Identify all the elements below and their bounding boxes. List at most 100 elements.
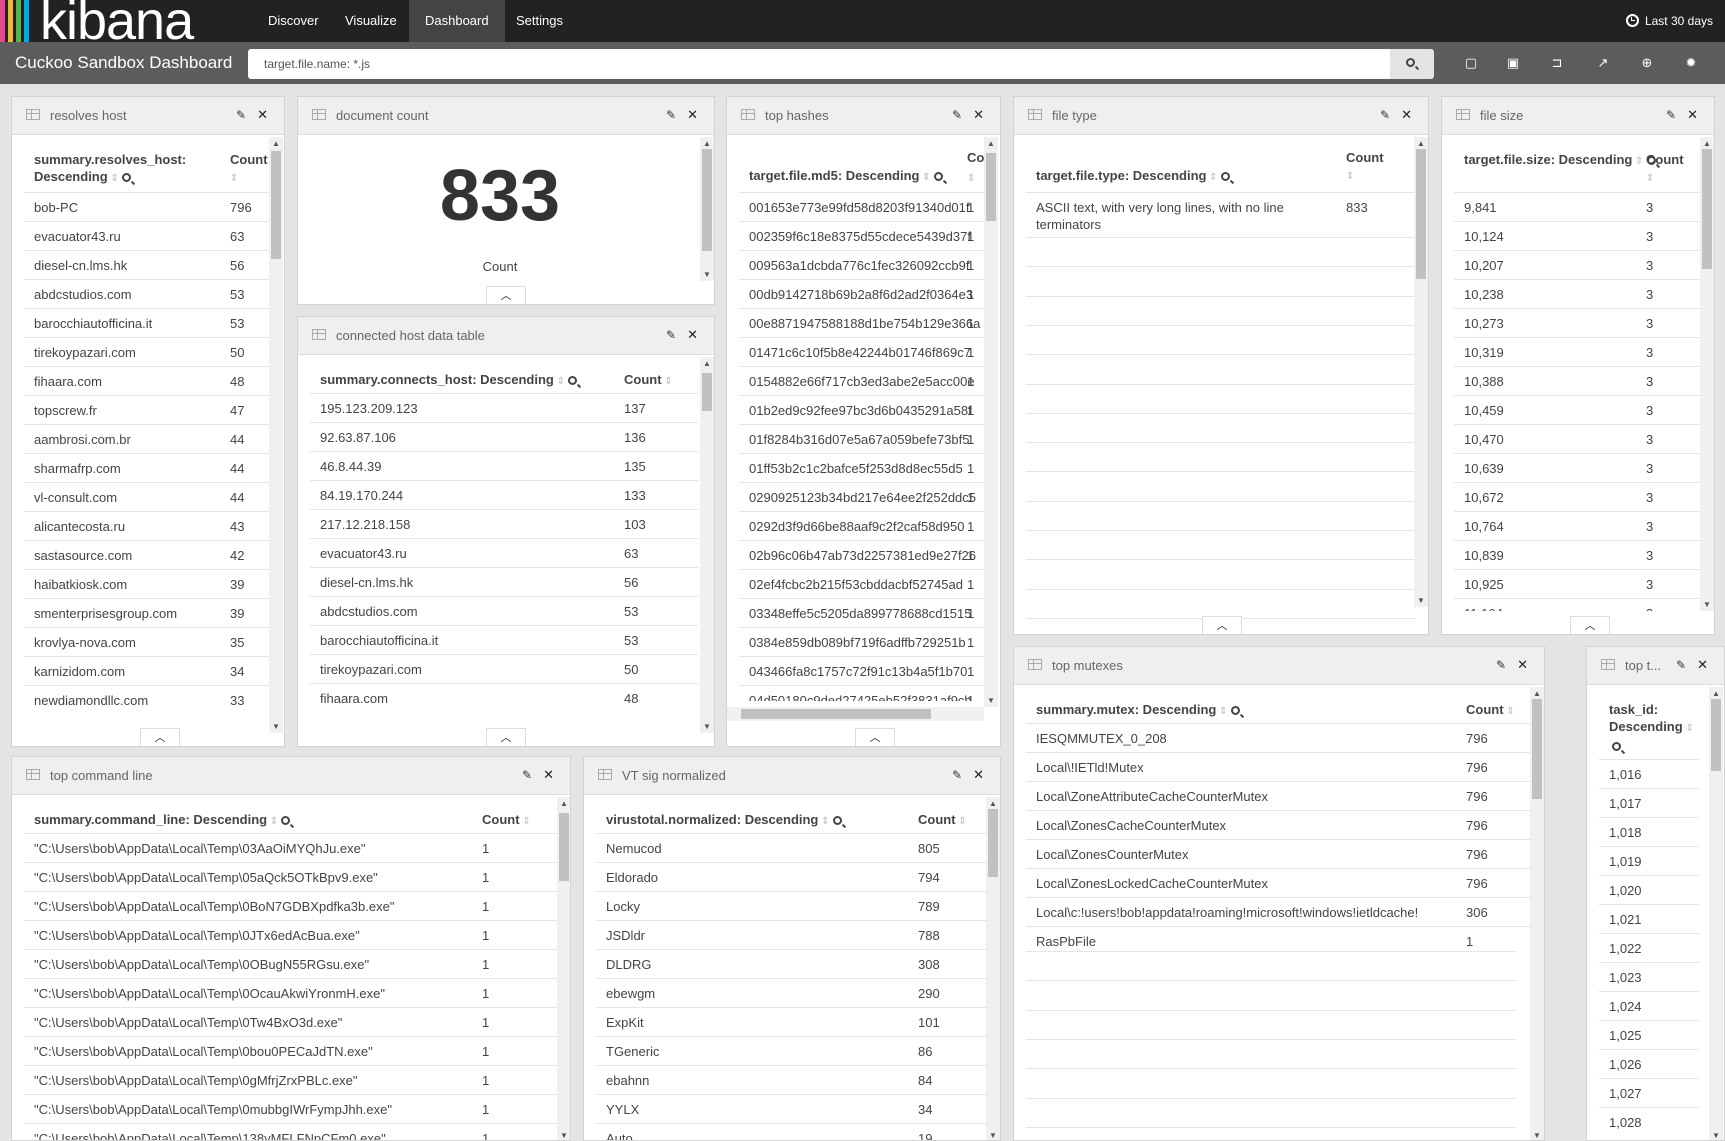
tab-discover[interactable]: Discover bbox=[252, 0, 335, 42]
column-header-count[interactable]: Count ⇕ bbox=[1646, 151, 1684, 187]
scroll-up-icon[interactable]: ▲ bbox=[1712, 689, 1720, 698]
column-header-term[interactable]: target.file.size: Descending ⇕ bbox=[1464, 151, 1664, 170]
vertical-scrollbar[interactable]: ▲ ▼ bbox=[984, 137, 998, 707]
tab-dashboard[interactable]: Dashboard bbox=[409, 0, 505, 42]
scroll-up-icon[interactable]: ▲ bbox=[987, 139, 995, 148]
sort-icon[interactable]: ⇕ bbox=[919, 172, 930, 183]
close-icon[interactable]: ✕ bbox=[687, 327, 698, 343]
edit-icon[interactable]: ✎ bbox=[522, 768, 532, 782]
column-header-term[interactable]: target.file.type: Descending ⇕ bbox=[1036, 167, 1336, 186]
close-icon[interactable]: ✕ bbox=[1687, 107, 1698, 123]
collapse-button[interactable]: ︿ bbox=[140, 728, 180, 746]
scroll-up-icon[interactable]: ▲ bbox=[1703, 139, 1711, 148]
sort-icon[interactable]: ⇕ bbox=[818, 816, 829, 827]
vertical-scrollbar[interactable]: ▲ ▼ bbox=[1709, 687, 1723, 1140]
search-input[interactable]: target.file.name: *.js bbox=[248, 49, 1390, 79]
time-picker[interactable]: Last 30 days bbox=[1625, 0, 1713, 42]
column-header-term[interactable]: summary.resolves_host: Descending ⇕ bbox=[34, 151, 194, 187]
search-icon[interactable] bbox=[832, 816, 842, 825]
column-header-count[interactable]: Count ⇕ bbox=[230, 151, 268, 187]
column-header-count[interactable]: Count ⇕ bbox=[1346, 149, 1384, 185]
edit-icon[interactable]: ✎ bbox=[1676, 658, 1686, 672]
edit-icon[interactable]: ✎ bbox=[236, 108, 246, 122]
scroll-up-icon[interactable]: ▲ bbox=[272, 139, 280, 148]
sort-icon[interactable]: ⇕ bbox=[520, 816, 530, 827]
edit-icon[interactable]: ✎ bbox=[952, 108, 962, 122]
sort-icon[interactable]: ⇕ bbox=[956, 816, 966, 827]
scrollbar-thumb[interactable] bbox=[559, 813, 569, 881]
sort-icon[interactable]: ⇕ bbox=[554, 376, 565, 387]
vertical-scrollbar[interactable]: ▲ ▼ bbox=[986, 797, 1000, 1140]
vertical-scrollbar[interactable]: ▲ ▼ bbox=[1530, 687, 1544, 1140]
scroll-down-icon[interactable]: ▼ bbox=[703, 722, 711, 731]
scroll-down-icon[interactable]: ▼ bbox=[1533, 1131, 1541, 1140]
search-icon[interactable] bbox=[568, 376, 577, 385]
settings-icon[interactable]: ✹ bbox=[1682, 54, 1700, 72]
vertical-scrollbar[interactable]: ▲ ▼ bbox=[700, 137, 714, 281]
vertical-scrollbar[interactable]: ▲ ▼ bbox=[557, 797, 570, 1140]
close-icon[interactable]: ✕ bbox=[1517, 657, 1528, 673]
save-icon[interactable]: ▣ bbox=[1504, 54, 1522, 72]
scroll-down-icon[interactable]: ▼ bbox=[1703, 600, 1711, 609]
close-icon[interactable]: ✕ bbox=[543, 767, 554, 783]
scrollbar-thumb[interactable] bbox=[702, 373, 712, 411]
scrollbar-thumb[interactable] bbox=[988, 809, 998, 877]
column-header-count[interactable]: Count ⇕ bbox=[918, 811, 967, 830]
scroll-down-icon[interactable]: ▼ bbox=[560, 1131, 568, 1140]
sort-icon[interactable]: ⇕ bbox=[108, 173, 118, 184]
edit-icon[interactable]: ✎ bbox=[666, 328, 676, 342]
scrollbar-thumb[interactable] bbox=[702, 149, 712, 251]
close-icon[interactable]: ✕ bbox=[973, 107, 984, 123]
search-icon[interactable] bbox=[933, 172, 943, 181]
column-header-term[interactable]: summary.connects_host: Descending ⇕ bbox=[320, 371, 620, 390]
open-icon[interactable]: ⊐ bbox=[1548, 54, 1566, 72]
share-icon[interactable]: ↗ bbox=[1594, 54, 1612, 72]
scroll-down-icon[interactable]: ▼ bbox=[703, 270, 711, 279]
column-header-count[interactable]: Count ⇕ bbox=[624, 371, 673, 390]
scroll-down-icon[interactable]: ▼ bbox=[989, 1131, 997, 1140]
scrollbar-thumb[interactable] bbox=[271, 151, 281, 259]
sort-icon[interactable]: ⇕ bbox=[1632, 156, 1643, 167]
collapse-button[interactable]: ︿ bbox=[1202, 616, 1242, 634]
collapse-button[interactable]: ︿ bbox=[486, 286, 526, 304]
scroll-up-icon[interactable]: ▲ bbox=[1417, 139, 1425, 148]
scroll-down-icon[interactable]: ▼ bbox=[1417, 596, 1425, 605]
collapse-button[interactable]: ︿ bbox=[855, 728, 895, 746]
edit-icon[interactable]: ✎ bbox=[1666, 108, 1676, 122]
column-header-term[interactable]: virustotal.normalized: Descending ⇕ bbox=[606, 811, 926, 830]
column-header-count[interactable]: Count ⇕ bbox=[482, 811, 531, 830]
search-icon[interactable] bbox=[1230, 706, 1240, 715]
vertical-scrollbar[interactable]: ▲ ▼ bbox=[1414, 137, 1428, 607]
search-icon[interactable] bbox=[121, 173, 131, 182]
scrollbar-thumb[interactable] bbox=[986, 153, 996, 221]
close-icon[interactable]: ✕ bbox=[1401, 107, 1412, 123]
sort-icon[interactable]: ⇕ bbox=[1206, 172, 1217, 183]
new-dashboard-icon[interactable]: ▢ bbox=[1462, 54, 1480, 72]
edit-icon[interactable]: ✎ bbox=[952, 768, 962, 782]
scroll-down-icon[interactable]: ▼ bbox=[987, 696, 995, 705]
tab-visualize[interactable]: Visualize bbox=[329, 0, 413, 42]
search-button[interactable] bbox=[1390, 49, 1434, 79]
scroll-up-icon[interactable]: ▲ bbox=[989, 799, 997, 808]
collapse-button[interactable]: ︿ bbox=[486, 728, 526, 746]
search-icon[interactable] bbox=[1612, 742, 1621, 751]
close-icon[interactable]: ✕ bbox=[973, 767, 984, 783]
vertical-scrollbar[interactable]: ▲ ▼ bbox=[269, 137, 283, 733]
add-icon[interactable]: ⊕ bbox=[1638, 54, 1656, 72]
horizontal-scrollbar[interactable] bbox=[727, 707, 984, 721]
scroll-up-icon[interactable]: ▲ bbox=[560, 799, 568, 808]
edit-icon[interactable]: ✎ bbox=[666, 108, 676, 122]
sort-icon[interactable]: ⇕ bbox=[1504, 706, 1514, 717]
search-icon[interactable] bbox=[1220, 172, 1230, 181]
close-icon[interactable]: ✕ bbox=[687, 107, 698, 123]
scroll-down-icon[interactable]: ▼ bbox=[272, 722, 280, 731]
scrollbar-thumb[interactable] bbox=[741, 709, 931, 719]
column-header-term[interactable]: summary.command_line: Descending ⇕ bbox=[34, 811, 454, 830]
scrollbar-thumb[interactable] bbox=[1702, 149, 1712, 269]
scrollbar-thumb[interactable] bbox=[1711, 699, 1721, 771]
vertical-scrollbar[interactable]: ▲ ▼ bbox=[1700, 137, 1714, 611]
column-header-term[interactable]: summary.mutex: Descending ⇕ bbox=[1036, 701, 1416, 720]
sort-icon[interactable]: ⇕ bbox=[267, 816, 278, 827]
close-icon[interactable]: ✕ bbox=[1697, 657, 1708, 673]
collapse-button[interactable]: ︿ bbox=[1570, 616, 1610, 634]
